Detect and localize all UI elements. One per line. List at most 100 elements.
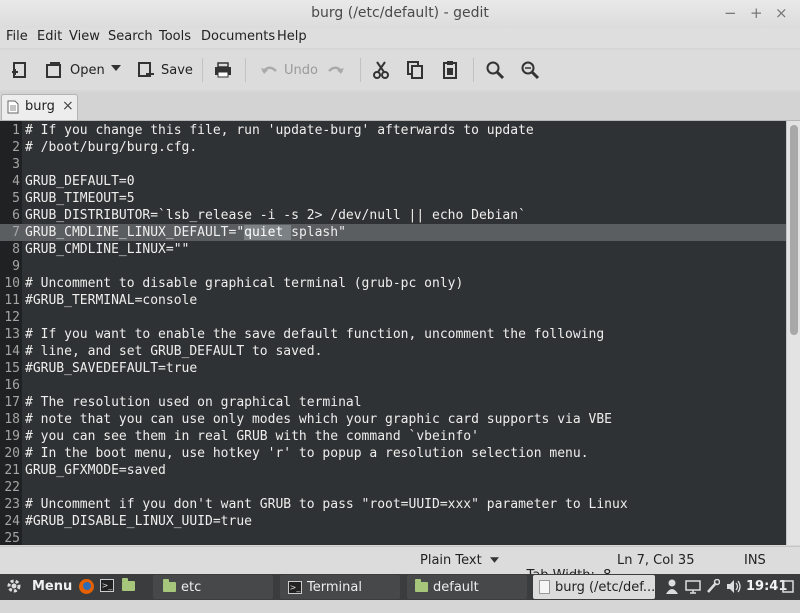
chevron-down-icon — [111, 65, 121, 71]
vertical-scrollbar[interactable] — [786, 121, 800, 545]
firefox-launcher[interactable] — [78, 578, 95, 595]
editor-line[interactable]: 2 # /boot/burg/burg.cfg. — [0, 139, 786, 156]
editor-line[interactable]: 15 #GRUB_SAVEDEFAULT=true — [0, 360, 786, 377]
language-selector[interactable]: Plain Text — [420, 553, 499, 568]
text-editor[interactable]: 1 # If you change this file, run 'update-… — [0, 121, 786, 545]
print-button[interactable] — [213, 60, 233, 80]
menu-search[interactable]: Search — [108, 29, 153, 44]
tools-applet[interactable] — [706, 579, 720, 594]
menu-help[interactable]: Help — [277, 29, 307, 44]
editor-line[interactable]: 13 # If you want to enable the save defau… — [0, 326, 786, 343]
open-button[interactable]: Open — [44, 60, 105, 80]
line-text: GRUB_GFXMODE=saved — [25, 463, 166, 478]
selected-text: quiet — [244, 225, 292, 240]
volume-applet[interactable] — [726, 579, 742, 594]
editor-line[interactable]: 11 #GRUB_TERMINAL=console — [0, 292, 786, 309]
cut-button[interactable] — [371, 60, 391, 80]
network-applet[interactable] — [685, 579, 701, 594]
editor-line[interactable]: 1 # If you change this file, run 'update-… — [0, 122, 786, 139]
document-icon — [539, 580, 550, 594]
menu-bar: File Edit View Search Tools Documents He… — [0, 28, 800, 48]
line-number: 1 — [12, 123, 20, 138]
folder-icon — [122, 578, 135, 591]
taskbar-window-default[interactable]: default — [407, 575, 527, 599]
find-button[interactable] — [485, 60, 505, 80]
undo-button[interactable]: Undo — [259, 60, 318, 80]
insert-mode: INS — [744, 553, 766, 568]
taskbar-window-gedit[interactable]: burg (/etc/def... — [533, 575, 655, 599]
menu-edit[interactable]: Edit — [37, 29, 62, 44]
document-tabs: burg × — [0, 92, 800, 121]
undo-label: Undo — [284, 62, 318, 78]
menu-tools[interactable]: Tools — [159, 29, 191, 44]
editor-line[interactable]: 16 — [0, 377, 786, 394]
paste-button[interactable] — [440, 60, 460, 80]
line-number: 4 — [12, 174, 20, 189]
printer-icon — [215, 62, 231, 78]
line-text: # /boot/burg/burg.cfg. — [25, 140, 198, 155]
line-number: 6 — [12, 208, 20, 223]
menu-file[interactable]: File — [6, 29, 28, 44]
terminal-icon: >_ — [100, 579, 114, 592]
tab-burg[interactable]: burg × — [1, 94, 78, 120]
editor-line[interactable]: 25 — [0, 530, 786, 545]
editor-line[interactable]: 21 GRUB_GFXMODE=saved — [0, 462, 786, 479]
editor-line[interactable]: 12 — [0, 309, 786, 326]
editor-line[interactable]: 8 GRUB_CMDLINE_LINUX="" — [0, 241, 786, 258]
taskbar-window-terminal[interactable]: >_ Terminal — [280, 575, 400, 599]
taskbar: Menu >_ etc >_ Terminal default burg (/e… — [0, 574, 800, 600]
editor-line[interactable]: 10 # Uncomment to disable graphical termi… — [0, 275, 786, 292]
line-text: GRUB_CMDLINE_LINUX="" — [25, 242, 190, 257]
editor-line[interactable]: 22 — [0, 479, 786, 496]
scrollbar-thumb[interactable] — [790, 125, 798, 335]
taskbar-window-etc[interactable]: etc — [153, 575, 273, 599]
editor-line[interactable]: 19 # you can see them in real GRUB with t… — [0, 428, 786, 445]
editor-line[interactable]: 5 GRUB_TIMEOUT=5 — [0, 190, 786, 207]
line-number: 5 — [12, 191, 20, 206]
editor-line[interactable]: 18 # note that you can use only modes whi… — [0, 411, 786, 428]
minimize-button[interactable]: − — [724, 4, 737, 22]
show-desktop-button[interactable] — [782, 579, 794, 594]
line-number: 24 — [4, 514, 20, 529]
redo-button[interactable] — [326, 60, 346, 80]
editor-line[interactable]: 14 # line, and set GRUB_DEFAULT to saved. — [0, 343, 786, 360]
editor-line[interactable]: 3 — [0, 156, 786, 173]
editor-line[interactable]: 6 GRUB_DISTRIBUTOR=`lsb_release -i -s 2> … — [0, 207, 786, 224]
line-text: # note that you can use only modes which… — [25, 412, 612, 427]
search-icon — [486, 61, 505, 80]
firefox-icon — [79, 579, 94, 594]
editor-line[interactable]: 4 GRUB_DEFAULT=0 — [0, 173, 786, 190]
editor-line[interactable]: 7 GRUB_CMDLINE_LINUX_DEFAULT="quiet splas… — [0, 224, 786, 241]
line-text: GRUB_TIMEOUT=5 — [25, 191, 135, 206]
open-recent-dropdown[interactable] — [111, 63, 121, 73]
maximize-button[interactable]: + — [750, 4, 763, 22]
toolbar: Open Save Undo — [0, 50, 800, 90]
volume-icon — [727, 580, 741, 593]
line-text: GRUB_DISTRIBUTOR=`lsb_release -i -s 2> /… — [25, 208, 526, 223]
copy-button[interactable] — [405, 60, 425, 80]
toolbar-separator — [360, 58, 361, 82]
toolbar-separator — [202, 58, 203, 82]
redo-icon — [328, 66, 344, 74]
editor-line[interactable]: 23 # Uncomment if you don't want GRUB to … — [0, 496, 786, 513]
taskbar-window-label: burg (/etc/def... — [554, 579, 655, 595]
editor-line[interactable]: 20 # In the boot menu, use hotkey 'r' to … — [0, 445, 786, 462]
menu-button[interactable]: Menu — [6, 578, 72, 594]
new-document-button[interactable] — [10, 60, 30, 80]
terminal-launcher[interactable]: >_ — [100, 579, 119, 592]
find-replace-button[interactable] — [520, 60, 540, 80]
menu-documents[interactable]: Documents — [201, 29, 275, 44]
user-applet[interactable] — [665, 579, 679, 594]
menu-view[interactable]: View — [69, 29, 100, 44]
line-number: 23 — [4, 497, 20, 512]
close-window-button[interactable]: × — [775, 4, 788, 22]
editor-line[interactable]: 9 — [0, 258, 786, 275]
files-launcher[interactable] — [122, 578, 140, 591]
tab-close-icon[interactable]: × — [62, 98, 74, 114]
save-button[interactable]: Save — [136, 60, 193, 80]
editor-line[interactable]: 24 #GRUB_DISABLE_LINUX_UUID=true — [0, 513, 786, 530]
scissors-icon — [373, 61, 389, 79]
editor-line[interactable]: 17 # The resolution used on graphical ter… — [0, 394, 786, 411]
line-text: # If you want to enable the save default… — [25, 327, 605, 342]
menu-label: Menu — [32, 578, 73, 594]
